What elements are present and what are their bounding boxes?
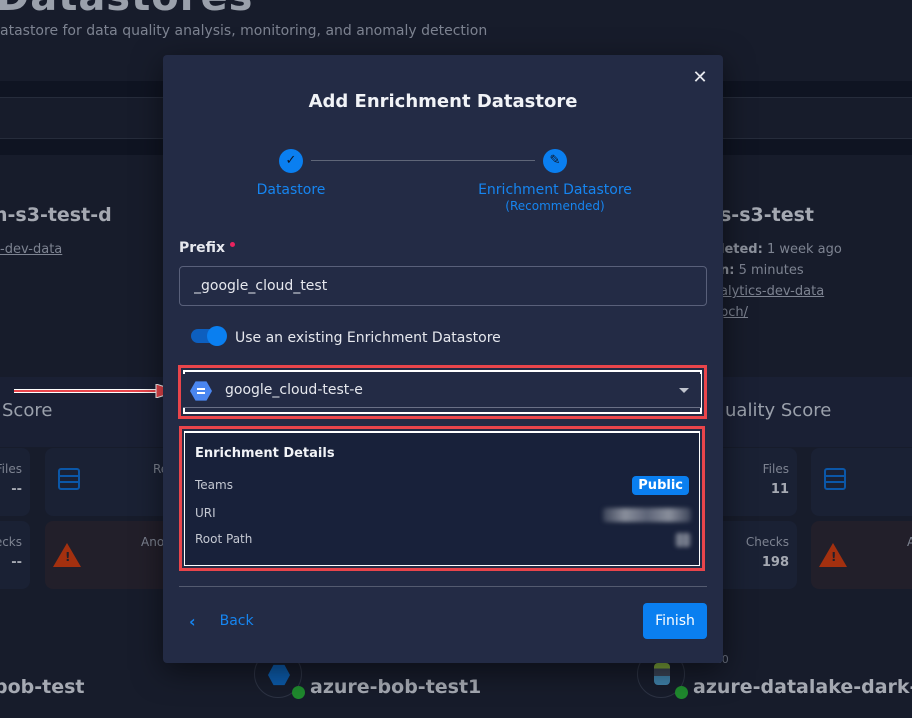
tile-label: Files	[0, 462, 22, 476]
warning-icon: !	[819, 543, 847, 567]
uri-key: URI	[195, 506, 216, 520]
files-tile: Files --	[0, 448, 30, 516]
enrichment-details-panel: Enrichment Details Teams Public URI Root…	[185, 433, 699, 565]
footer-divider	[179, 586, 707, 587]
teams-key: Teams	[195, 478, 233, 492]
azure-blob-icon	[268, 664, 290, 686]
tile-label: Checks	[745, 535, 789, 549]
pencil-icon: ✎	[549, 153, 561, 168]
datastore-link[interactable]: -dev-data	[0, 242, 62, 257]
line-label: leted:	[720, 242, 763, 257]
finish-button[interactable]: Finish	[643, 603, 707, 639]
page-title: Datastores	[0, 0, 253, 20]
step-connector	[311, 160, 535, 161]
anomalies-tile: ! A	[811, 521, 912, 589]
records-tile: Re	[45, 448, 175, 516]
database-icon	[58, 468, 80, 490]
status-dot	[675, 686, 688, 699]
datastore-name: azure-bob-test1	[310, 676, 482, 698]
files-tile: Files 11	[713, 448, 797, 516]
records-tile	[811, 448, 912, 516]
details-title: Enrichment Details	[195, 446, 335, 461]
tile-label: Ano	[141, 535, 165, 549]
chevron-down-icon	[679, 388, 689, 393]
tile-label: Files	[762, 462, 789, 476]
datastore-name: azure-datalake-dark-t	[693, 676, 912, 698]
dialog-title: Add Enrichment Datastore	[308, 91, 578, 112]
datastore-card[interactable]: n-s3-test-d -dev-data Score Files -- Re …	[0, 155, 175, 610]
chevron-left-icon: ‹	[189, 611, 196, 631]
back-label: Back	[219, 613, 254, 629]
warning-icon: !	[53, 543, 81, 567]
step-enrichment-datastore[interactable]: ✎	[543, 149, 567, 173]
tile-value: 198	[761, 555, 789, 570]
google-cloud-storage-icon	[190, 381, 212, 401]
close-icon[interactable]: ✕	[691, 69, 709, 87]
path-link[interactable]: pch/	[720, 305, 748, 320]
line-value: 1 week ago	[766, 242, 842, 257]
tile-value: 11	[770, 482, 789, 497]
anomalies-tile: ! Ano	[45, 521, 175, 589]
annotation-arrow	[14, 384, 179, 398]
back-button[interactable]: ‹ Back	[189, 611, 254, 631]
step-label: Datastore	[256, 182, 326, 198]
tile-value: --	[11, 482, 22, 497]
datastore-name: n-s3-test-d	[0, 204, 112, 226]
use-existing-label: Use an existing Enrichment Datastore	[235, 330, 501, 346]
checks-tile: ecks --	[0, 521, 30, 589]
last-scan-line: leted: 1 week ago	[720, 242, 842, 257]
datastore-name: s-s3-test	[720, 204, 814, 226]
checks-tile: Checks 198	[713, 521, 797, 589]
add-enrichment-datastore-dialog: ✕ Add Enrichment Datastore ✓ ✎ Datastore…	[163, 55, 723, 663]
status-dot	[292, 686, 305, 699]
tile-value: --	[11, 555, 22, 570]
quality-score-title: uality Score	[725, 400, 832, 421]
quality-score-title: Score	[2, 400, 53, 421]
prefix-label: Prefix	[179, 240, 236, 256]
quality-score-band: uality Score	[723, 377, 912, 447]
prefix-label-text: Prefix	[179, 240, 226, 256]
prefix-input[interactable]	[179, 266, 707, 306]
step-datastore[interactable]: ✓	[279, 149, 303, 173]
line-value: 5 minutes	[738, 263, 804, 278]
root-path-value-redacted	[675, 533, 691, 547]
enrichment-datastore-select[interactable]: google_cloud-test-e	[183, 374, 701, 408]
required-indicator	[230, 242, 236, 247]
use-existing-toggle[interactable]	[191, 326, 227, 346]
root-path-key: Root Path	[195, 532, 253, 546]
uri-value-redacted	[603, 508, 691, 522]
team-badge: Public	[632, 476, 689, 495]
check-icon: ✓	[285, 153, 297, 168]
datastore-card[interactable]: s-s3-test leted: 1 week ago n: 5 minutes…	[713, 155, 912, 610]
duration-line: n: 5 minutes	[720, 263, 804, 278]
datalake-icon	[654, 663, 670, 685]
step-sublabel: (Recommended)	[505, 199, 605, 213]
tile-label: A	[907, 535, 912, 549]
page-subtitle: atastore for data quality analysis, moni…	[0, 23, 488, 39]
tile-label: ecks	[0, 535, 22, 549]
step-label: Enrichment Datastore	[478, 182, 632, 198]
connection-link[interactable]: alytics-dev-data	[720, 284, 824, 299]
select-value: google_cloud-test-e	[225, 382, 363, 398]
datastore-name: bob-test	[0, 676, 85, 698]
database-icon	[824, 468, 846, 490]
toggle-knob	[207, 326, 227, 346]
